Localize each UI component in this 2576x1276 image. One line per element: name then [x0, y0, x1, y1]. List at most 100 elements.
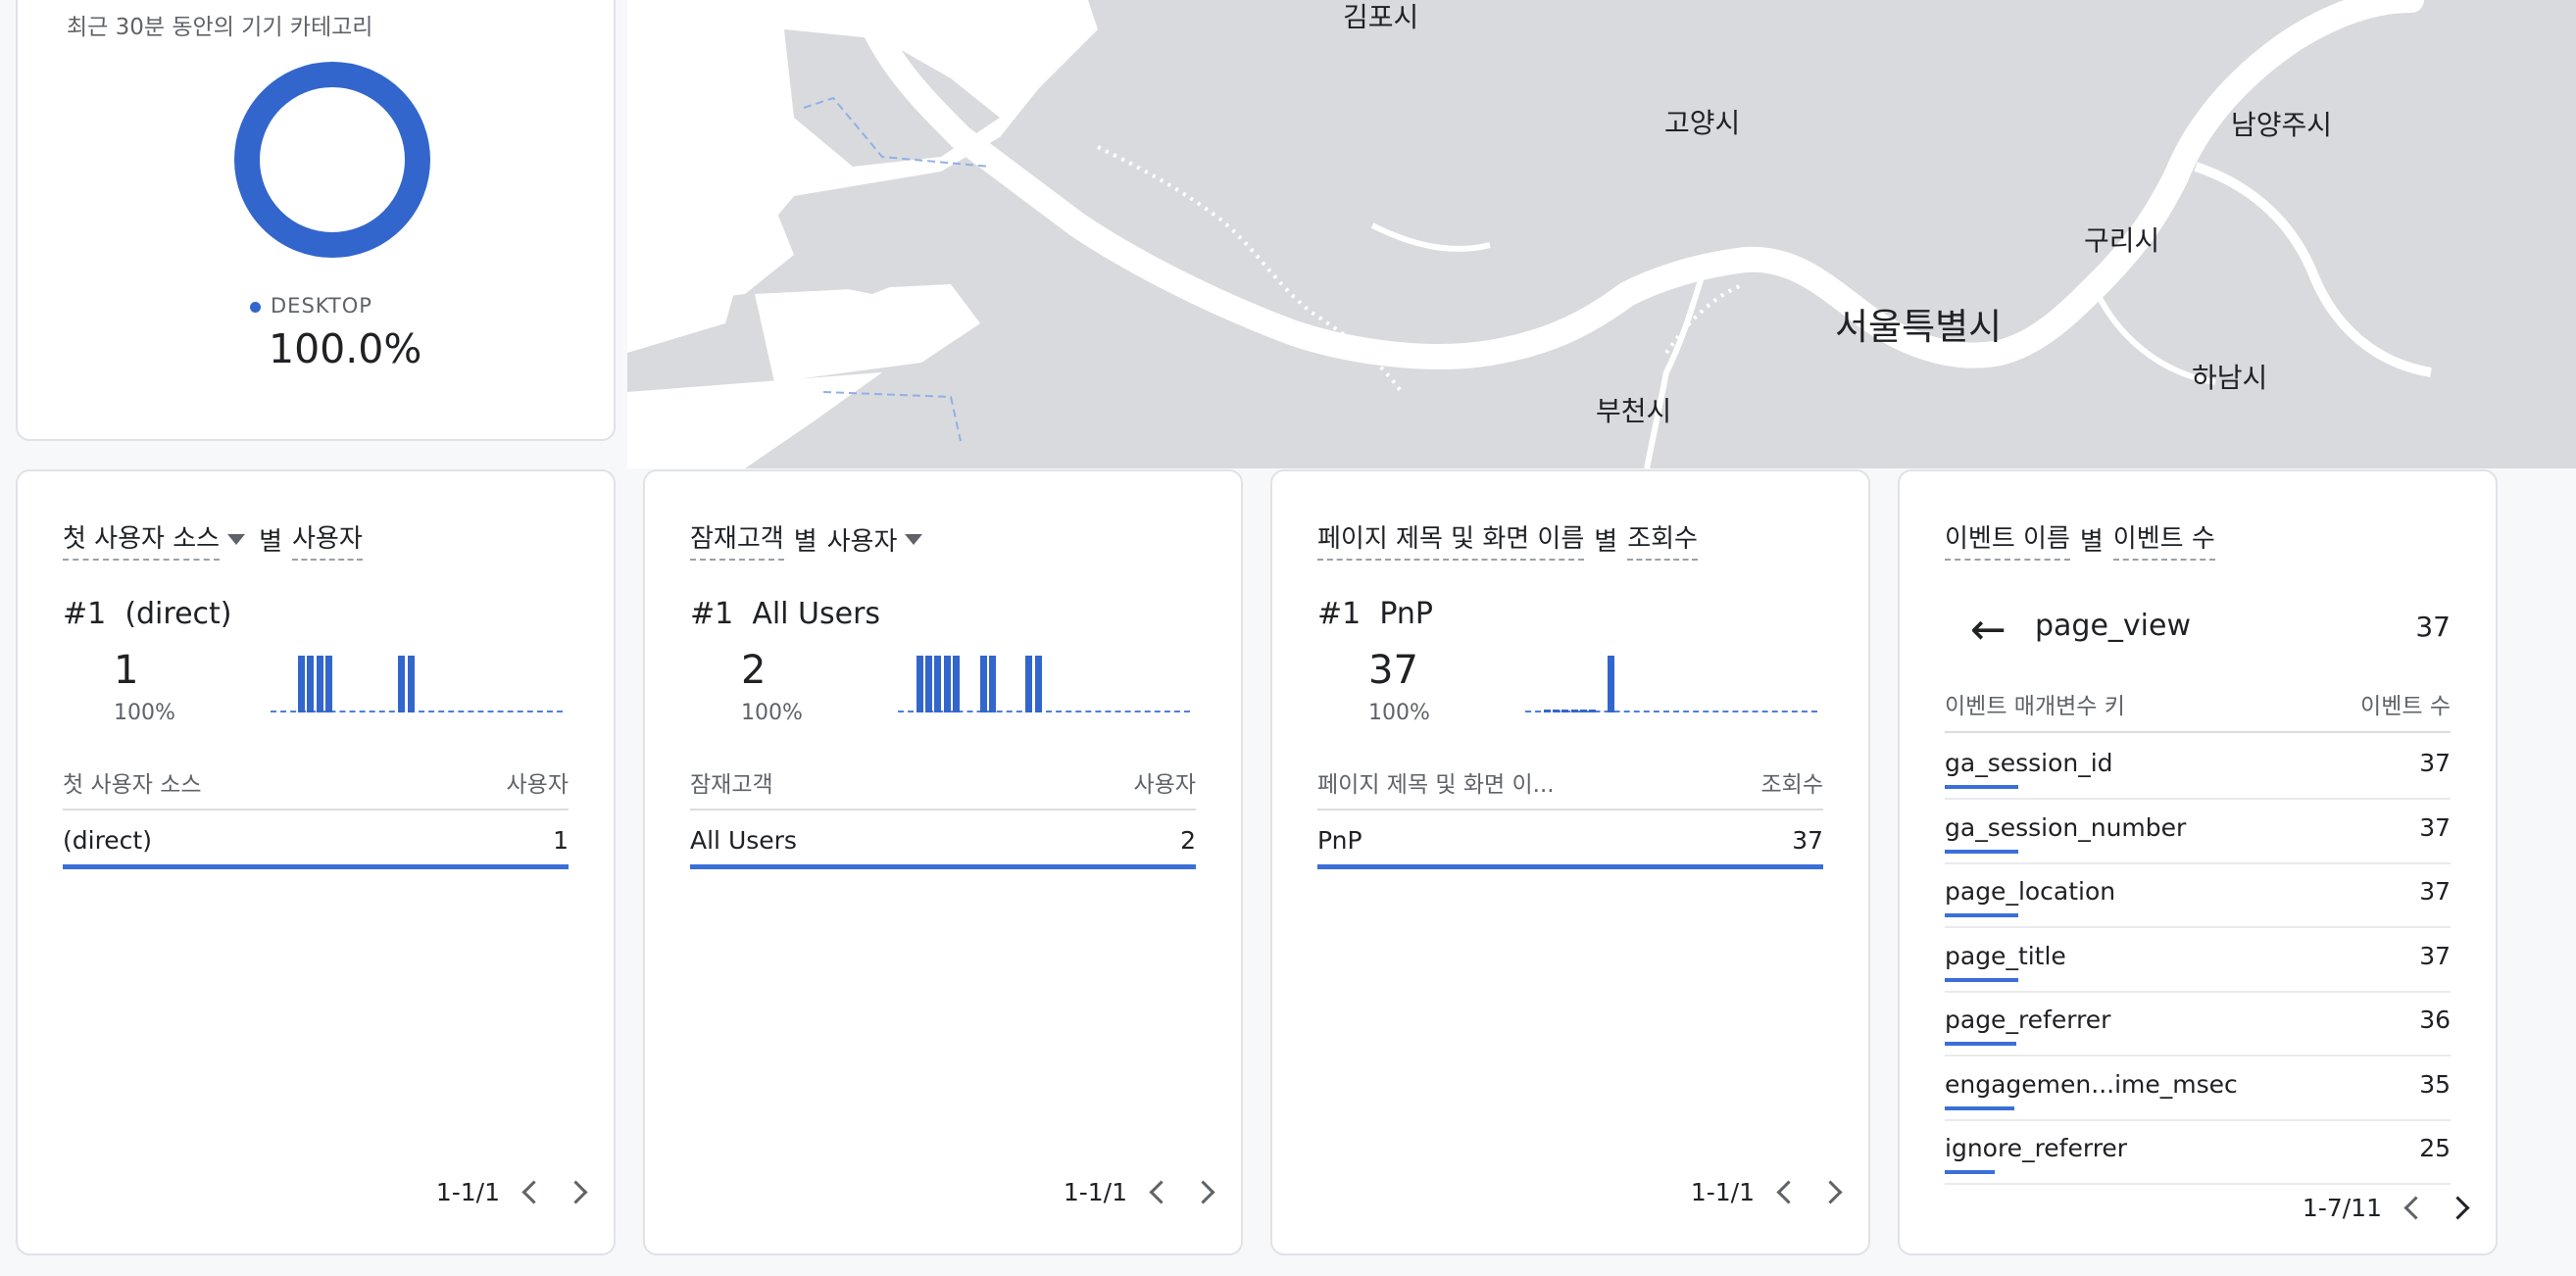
sparkline-bar	[924, 656, 932, 712]
sparkline-chart	[898, 654, 1190, 712]
legend-value-desktop: 100.0%	[269, 325, 422, 372]
dropdown-caret-icon[interactable]	[905, 534, 923, 545]
sparkline-bar	[1034, 656, 1042, 712]
param-count: 36	[2419, 1006, 2451, 1034]
sparkline-bar	[1579, 710, 1587, 712]
map-label-guri: 구리시	[2084, 224, 2160, 257]
pagination-label: 1-1/1	[1063, 1178, 1127, 1206]
table-row[interactable]: engagemen...ime_msec 35	[1945, 1055, 2451, 1121]
sparkline-bar	[989, 656, 997, 712]
column-header-param-key: 이벤트 매개변수 키	[1945, 694, 2125, 719]
column-header-event-count: 이벤트 수	[2360, 694, 2451, 719]
dropdown-caret-icon[interactable]	[227, 534, 246, 545]
chevron-right-icon[interactable]	[1818, 1180, 1843, 1204]
sparkline-bar	[1552, 710, 1560, 712]
row-share-bar	[1945, 913, 2018, 917]
device-category-card: 최근 30분 동안의 기기 카테고리 DESKTOP 100.0%	[16, 0, 616, 441]
sparkline-bar	[398, 656, 406, 712]
param-count: 37	[2419, 812, 2451, 842]
chevron-right-icon[interactable]	[1191, 1180, 1215, 1204]
chevron-right-icon[interactable]	[564, 1180, 588, 1204]
row-share-bar	[63, 864, 569, 869]
rank-name: (direct)	[124, 597, 232, 631]
rank-number: #1	[1317, 597, 1362, 631]
sparkline-bar	[1025, 656, 1033, 712]
pagination: 1-1/1	[435, 1178, 588, 1206]
row-share-bar	[1945, 1042, 2016, 1046]
title-by: 별	[1594, 527, 1618, 557]
sparkline-bar	[407, 656, 415, 712]
sparkline-bar	[934, 656, 942, 712]
table-row[interactable]: page_location 37	[1945, 862, 2451, 928]
map-label-gimpo: 김포시	[1343, 1, 1419, 33]
table-row-value: 1	[553, 826, 569, 855]
table-row[interactable]: ga_session_id 37	[1945, 734, 2451, 800]
column-header-metric: 조회수	[1760, 772, 1823, 798]
dimension-label: 이벤트 이름	[1945, 518, 2070, 561]
audience-card: 잠재고객 별 사용자 #1 All Users 2 100% 잠재고객 사용자 …	[643, 469, 1243, 1255]
selected-event-count: 37	[2415, 611, 2451, 643]
selected-event-name: page_view	[2035, 609, 2192, 643]
sparkline-bar	[1543, 710, 1551, 712]
pagination: 1-1/1	[1691, 1178, 1843, 1206]
top-value: 37	[1368, 648, 1418, 693]
rank-name: PnP	[1379, 597, 1433, 631]
column-header-dimension: 첫 사용자 소스	[63, 772, 202, 798]
table-row[interactable]: page_title 37	[1945, 927, 2451, 993]
table-row-label[interactable]: PnP	[1317, 826, 1362, 855]
sparkline-bar	[943, 656, 951, 712]
pagination-label: 1-1/1	[435, 1178, 500, 1206]
chevron-left-icon[interactable]	[2403, 1196, 2428, 1220]
sparkline-bar	[916, 656, 923, 712]
table-row[interactable]: page_referrer 36	[1945, 991, 2451, 1056]
pagination: 1-7/11	[2303, 1194, 2470, 1222]
rank-number: #1	[63, 597, 107, 631]
sparkline-bar	[952, 656, 960, 712]
top-percent: 100%	[741, 701, 803, 725]
sparkline-chart	[271, 654, 563, 712]
metric-label: 사용자	[291, 518, 363, 561]
metric-selector[interactable]: 사용자	[827, 521, 898, 558]
card-title: 첫 사용자 소스 별 사용자	[63, 518, 363, 561]
sparkline-bar	[307, 656, 315, 712]
divider	[1945, 731, 2451, 733]
table-row[interactable]: ga_session_number 37	[1945, 799, 2451, 864]
sparkline-bar	[1570, 710, 1578, 712]
divider	[63, 809, 569, 810]
column-header-dimension: 페이지 제목 및 화면 이...	[1317, 772, 1555, 798]
table-row-value: 37	[1792, 826, 1823, 855]
chevron-left-icon[interactable]	[1149, 1180, 1173, 1204]
column-header-metric: 사용자	[506, 772, 569, 798]
top-value: 1	[114, 648, 139, 693]
card-title: 잠재고객 별 사용자	[690, 518, 936, 561]
row-share-bar	[1317, 864, 1823, 869]
table-row-label[interactable]: (direct)	[63, 826, 152, 855]
dimension-selector[interactable]: 첫 사용자 소스	[63, 518, 221, 561]
donut-slice-desktop	[234, 62, 430, 258]
map-label-seoul: 서울특별시	[1835, 306, 2003, 348]
sparkline-bar	[297, 656, 305, 712]
title-by: 별	[259, 527, 282, 557]
table-row[interactable]: ignore_referrer 25	[1945, 1119, 2451, 1185]
column-header-dimension: 잠재고객	[690, 772, 773, 798]
device-donut-chart[interactable]	[233, 61, 431, 259]
top-rank: #1 PnP	[1317, 597, 1433, 631]
title-by: 별	[793, 527, 817, 557]
row-share-bar	[1945, 785, 2018, 789]
sparkline-bar	[1607, 656, 1614, 712]
param-key: page_title	[1945, 941, 2066, 970]
table-row-label[interactable]: All Users	[690, 826, 797, 855]
chevron-left-icon[interactable]	[1776, 1180, 1801, 1204]
param-key: ga_session_number	[1945, 812, 2187, 842]
sparkline-bar	[324, 656, 332, 712]
metric-label: 조회수	[1627, 518, 1698, 561]
chevron-left-icon[interactable]	[521, 1180, 546, 1204]
chevron-right-icon[interactable]	[2446, 1196, 2470, 1220]
back-arrow-icon[interactable]: ←	[1970, 609, 2006, 652]
param-key: engagemen...ime_msec	[1945, 1069, 2238, 1099]
device-card-title: 최근 30분 동안의 기기 카테고리	[67, 15, 373, 40]
sparkline-bar	[1589, 710, 1597, 712]
param-count: 35	[2419, 1069, 2451, 1099]
geo-map[interactable]: 김포시 고양시 남양주시 구리시 서울특별시 하남시 부천시	[627, 0, 2576, 468]
row-share-bar	[1945, 1105, 2014, 1110]
